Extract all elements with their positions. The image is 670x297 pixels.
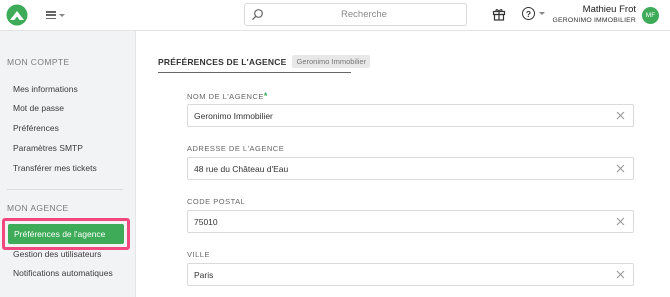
sidebar-item-label: Préférences de l'agence bbox=[14, 229, 106, 239]
user-name: Mathieu Frot bbox=[582, 4, 636, 15]
agency-address-field[interactable] bbox=[187, 157, 634, 180]
clear-icon[interactable] bbox=[616, 270, 625, 279]
postal-code-input[interactable] bbox=[194, 211, 604, 232]
hamburger-icon bbox=[46, 11, 56, 19]
search-icon bbox=[252, 9, 263, 20]
sidebar-item-preferences[interactable]: Préférences bbox=[13, 123, 59, 133]
search-input[interactable] bbox=[269, 4, 459, 25]
top-bar: ? Mathieu Frot GERONIMO IMMOBILIER MF bbox=[0, 0, 670, 31]
app-logo-icon[interactable] bbox=[6, 4, 28, 26]
sidebar-item-transfer-tickets[interactable]: Transférer mes tickets bbox=[13, 163, 97, 173]
sidebar-item-user-management[interactable]: Gestion des utilisateurs bbox=[13, 249, 101, 259]
tab-agency-preferences[interactable]: PRÉFÉRENCES DE L'AGENCE Geronimo Immobil… bbox=[158, 55, 371, 68]
user-organization: GERONIMO IMMOBILIER bbox=[552, 17, 636, 24]
user-menu[interactable]: Mathieu Frot GERONIMO IMMOBILIER bbox=[553, 4, 636, 26]
agency-badge: Geronimo Immobilier bbox=[292, 55, 371, 68]
postal-code-field[interactable] bbox=[187, 210, 634, 233]
agency-name-label-text: NOM DE L'AGENCE bbox=[187, 92, 264, 101]
sidebar-item-auto-notifications[interactable]: Notifications automatiques bbox=[13, 268, 113, 278]
agency-address-input[interactable] bbox=[194, 158, 604, 179]
clear-icon[interactable] bbox=[616, 111, 625, 120]
city-label: VILLE bbox=[187, 250, 210, 259]
sidebar-item-smtp-settings[interactable]: Paramètres SMTP bbox=[13, 143, 83, 153]
tab-title: PRÉFÉRENCES DE L'AGENCE bbox=[158, 56, 287, 67]
agency-address-label: ADRESSE DE L'AGENCE bbox=[187, 144, 285, 153]
chevron-down-icon bbox=[539, 12, 545, 15]
sidebar-item-my-info[interactable]: Mes informations bbox=[13, 84, 78, 94]
search-box[interactable] bbox=[244, 3, 467, 26]
avatar[interactable]: MF bbox=[642, 7, 659, 24]
postal-code-label: CODE POSTAL bbox=[187, 197, 246, 206]
tab-underline bbox=[158, 72, 351, 73]
clear-icon[interactable] bbox=[616, 217, 625, 226]
required-mark: * bbox=[263, 91, 268, 101]
sidebar-item-password[interactable]: Mot de passe bbox=[13, 103, 64, 113]
city-field[interactable] bbox=[187, 263, 634, 286]
agency-name-label: NOM DE L'AGENCE* bbox=[187, 91, 268, 101]
chevron-down-icon bbox=[59, 13, 65, 17]
gift-icon[interactable] bbox=[492, 7, 506, 21]
section-title-agency: MON AGENCE bbox=[7, 203, 69, 213]
section-title-account: MON COMPTE bbox=[7, 57, 70, 67]
help-icon: ? bbox=[522, 7, 535, 20]
main-menu-button[interactable] bbox=[46, 8, 65, 22]
city-input[interactable] bbox=[194, 264, 604, 285]
agency-name-field[interactable] bbox=[187, 104, 634, 127]
help-menu-button[interactable]: ? bbox=[522, 7, 545, 20]
sidebar-divider bbox=[7, 189, 123, 190]
clear-icon[interactable] bbox=[616, 164, 625, 173]
agency-name-input[interactable] bbox=[194, 105, 604, 126]
sidebar-item-agency-preferences[interactable]: Préférences de l'agence bbox=[8, 224, 124, 244]
